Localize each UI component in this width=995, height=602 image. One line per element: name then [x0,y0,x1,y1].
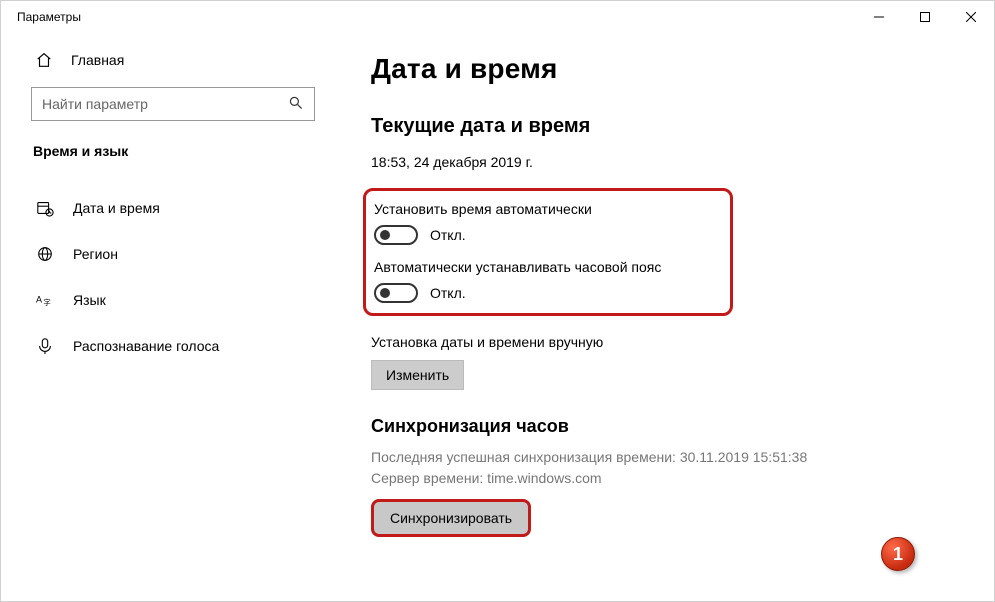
current-datetime-value: 18:53, 24 декабря 2019 г. [371,154,974,170]
change-button[interactable]: Изменить [371,360,464,390]
sidebar-item-label: Распознавание голоса [73,338,219,354]
auto-tz-label: Автоматически устанавливать часовой пояс [374,259,718,275]
sidebar-item-region[interactable]: Регион [31,231,315,277]
home-icon [35,51,55,69]
svg-text:A: A [36,294,42,304]
page-title: Дата и время [371,53,974,85]
sync-button[interactable]: Синхронизировать [371,499,531,537]
maximize-button[interactable] [902,1,948,33]
microphone-icon [35,337,55,355]
auto-time-toggle-row: Откл. [374,225,718,245]
titlebar: Параметры [1,1,994,33]
sync-section-title: Синхронизация часов [371,416,974,437]
calendar-clock-icon [35,199,55,217]
sidebar-item-speech[interactable]: Распознавание голоса [31,323,315,369]
sidebar: Главная Время и язык Дата и время Ре [1,33,331,601]
auto-tz-toggle[interactable] [374,283,418,303]
home-label: Главная [71,52,124,68]
language-icon: A字 [35,291,55,309]
minimize-button[interactable] [856,1,902,33]
search-box[interactable] [31,87,315,121]
auto-time-label: Установить время автоматически [374,201,718,217]
annotation-badge-1: 1 [881,537,915,571]
home-link[interactable]: Главная [31,33,315,87]
sidebar-item-datetime[interactable]: Дата и время [31,185,315,231]
close-button[interactable] [948,1,994,33]
section-current-title: Текущие дата и время [371,115,974,138]
window-controls [856,1,994,33]
sidebar-item-label: Регион [73,246,118,262]
settings-window: Параметры Главная [0,0,995,602]
auto-time-toggle[interactable] [374,225,418,245]
auto-time-state: Откл. [430,227,466,243]
globe-icon [35,245,55,263]
auto-tz-toggle-row: Откл. [374,283,718,303]
sidebar-item-label: Язык [73,292,106,308]
main-pane: Дата и время Текущие дата и время 18:53,… [331,33,994,601]
auto-tz-state: Откл. [430,285,466,301]
search-icon [288,95,304,114]
content: Главная Время и язык Дата и время Ре [1,33,994,601]
time-server-text: Сервер времени: time.windows.com [371,468,974,489]
last-sync-text: Последняя успешная синхронизация времени… [371,447,974,468]
sidebar-item-language[interactable]: A字 Язык [31,277,315,323]
category-title: Время и язык [31,143,315,159]
highlight-box-toggles: Установить время автоматически Откл. Авт… [363,188,733,316]
sidebar-item-label: Дата и время [73,200,160,216]
search-input[interactable] [42,96,288,112]
svg-text:字: 字 [43,298,50,307]
window-title: Параметры [17,10,81,24]
manual-setting-label: Установка даты и времени вручную [371,334,974,350]
